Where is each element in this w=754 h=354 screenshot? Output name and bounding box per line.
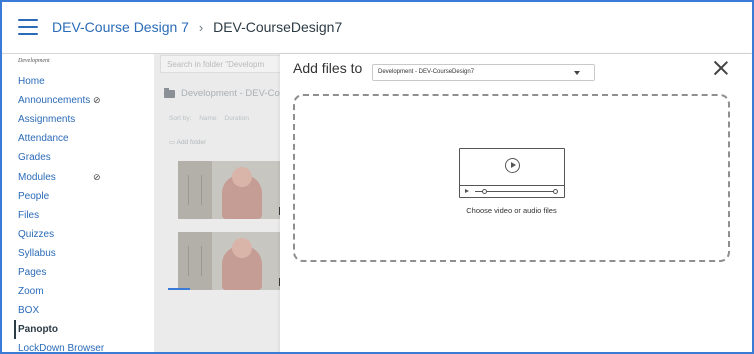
sidebar-item-label: Announcements — [18, 95, 91, 107]
panopto-folder-view: Search in folder "Developm Development -… — [154, 54, 280, 352]
breadcrumb-separator: › — [198, 20, 204, 35]
sidebar-item-files[interactable]: Files — [18, 206, 148, 225]
sidebar-item-lockdown-browser[interactable]: LockDown Browser — [18, 339, 148, 352]
folder-plus-icon: ▭ — [169, 139, 176, 146]
breadcrumb-course-link[interactable]: DEV-Course Design 7 — [52, 19, 189, 35]
folder-title: Development - DEV-Co — [164, 87, 280, 99]
sort-option-duration[interactable]: Duration — [224, 115, 249, 122]
video-thumbnail[interactable]: 0: — [178, 232, 280, 290]
video-file-icon — [459, 148, 565, 198]
sort-option-name[interactable]: Name — [199, 115, 216, 122]
video-thumbnail[interactable]: 0: — [178, 161, 280, 219]
destination-folder-select[interactable]: Development - DEV-CourseDesign7 — [372, 64, 595, 81]
sidebar-item-attendance[interactable]: Attendance — [18, 129, 148, 148]
sidebar-heading: Development — [18, 58, 50, 64]
sidebar-item-panopto[interactable]: Panopto — [14, 320, 148, 340]
sidebar-item-quizzes[interactable]: Quizzes — [18, 225, 148, 244]
sort-label: Sort by: — [169, 115, 192, 122]
folder-select-value: Development - DEV-CourseDesign7 — [378, 69, 475, 75]
eye-slash-icon: ⊘ — [93, 171, 101, 182]
folder-name: Development - DEV-Co — [181, 88, 280, 99]
breadcrumb: DEV-Course Design 7 › DEV-CourseDesign7 — [52, 19, 342, 35]
add-folder-button[interactable]: ▭ Add folder — [169, 138, 206, 146]
course-navigation: Development Home Announcements ⊘ Assignm… — [2, 54, 154, 352]
dialog-title: Add files to — [293, 60, 363, 76]
add-files-dialog: Add files to Development - DEV-CourseDes… — [280, 54, 752, 352]
file-dropzone[interactable]: Choose video or audio files — [293, 94, 730, 262]
folder-search-input[interactable]: Search in folder "Developm — [160, 55, 280, 73]
sidebar-item-pages[interactable]: Pages — [18, 263, 148, 282]
add-folder-label: Add folder — [176, 139, 207, 146]
folder-icon — [164, 87, 175, 98]
sidebar-item-label: Modules — [18, 171, 56, 183]
sidebar-item-people[interactable]: People — [18, 187, 148, 206]
sidebar-item-syllabus[interactable]: Syllabus — [18, 244, 148, 263]
close-icon[interactable] — [712, 59, 730, 77]
sidebar-item-grades[interactable]: Grades — [18, 148, 148, 167]
caret-down-icon — [574, 71, 580, 75]
sort-bar: Sort by: Name Duration — [169, 115, 255, 122]
choose-files-label[interactable]: Choose video or audio files — [295, 206, 728, 215]
sidebar-item-box[interactable]: BOX — [18, 301, 148, 320]
course-header: DEV-Course Design 7 › DEV-CourseDesign7 — [2, 2, 752, 54]
hamburger-menu-icon[interactable] — [18, 19, 38, 35]
sidebar-item-assignments[interactable]: Assignments — [18, 110, 148, 129]
eye-slash-icon: ⊘ — [93, 95, 101, 106]
sidebar-item-home[interactable]: Home — [18, 72, 148, 91]
scroll-indicator — [168, 288, 190, 290]
sidebar-item-zoom[interactable]: Zoom — [18, 282, 148, 301]
breadcrumb-current: DEV-CourseDesign7 — [213, 19, 343, 35]
sidebar-item-modules[interactable]: Modules ⊘ — [18, 167, 148, 186]
app-window: DEV-Course Design 7 › DEV-CourseDesign7 … — [0, 0, 754, 354]
sidebar-item-announcements[interactable]: Announcements ⊘ — [18, 91, 148, 110]
